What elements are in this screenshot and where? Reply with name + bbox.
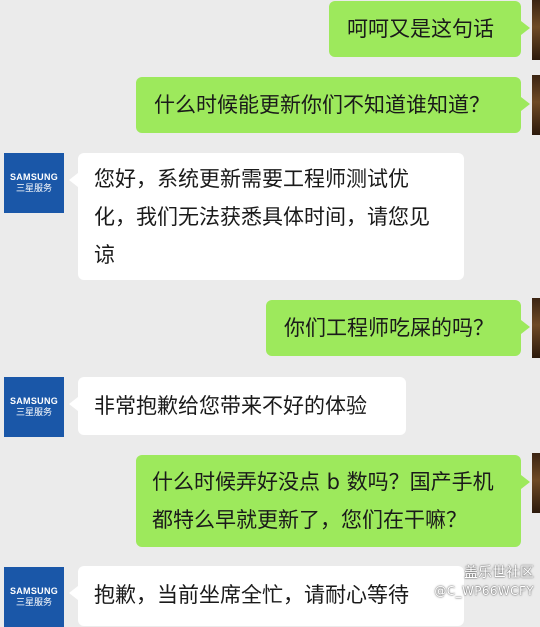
outgoing-message-bubble[interactable]: 什么时候弄好没点 b 数吗？国产手机 都特么早就更新了，您们在干嘛？ [136,455,530,547]
outgoing-message-bubble[interactable]: 呵呵又是这句话 [329,1,530,57]
avatar-subtitle-text: 三星服务 [15,597,52,608]
avatar-brand-text: SAMSUNG [9,585,59,596]
community-watermark: 盖乐世社区 [464,565,534,581]
avatar-subtitle-text: 三星服务 [15,407,52,418]
avatar-brand-text: SAMSUNG [9,171,59,182]
user-avatar[interactable] [532,75,540,135]
avatar-brand-text: SAMSUNG [9,395,59,406]
incoming-message-bubble[interactable]: 您好，系统更新需要工程师测试优 化，我们无法获悉具体时间，请您见 谅 [69,153,464,280]
incoming-message-bubble[interactable]: 抱歉，当前坐席全忙，请耐心等待 [69,566,464,626]
incoming-message-bubble[interactable]: 非常抱歉给您带来不好的体验 [69,377,406,435]
user-avatar[interactable] [532,298,540,358]
samsung-service-avatar[interactable]: SAMSUNG 三星服务 [4,377,64,437]
samsung-service-avatar[interactable]: SAMSUNG 三星服务 [4,153,64,213]
user-avatar[interactable] [532,0,540,60]
username-watermark: @C_WP66WCFY [434,584,534,598]
chat-thread: 呵呵又是这句话 什么时候能更新你们不知道谁知道？ SAMSUNG 三星服务 您好… [0,0,540,627]
avatar-subtitle-text: 三星服务 [15,183,52,194]
outgoing-message-bubble[interactable]: 你们工程师吃屎的吗？ [266,300,530,356]
user-avatar[interactable] [532,453,540,513]
outgoing-message-bubble[interactable]: 什么时候能更新你们不知道谁知道？ [136,77,530,133]
samsung-service-avatar[interactable]: SAMSUNG 三星服务 [4,567,64,627]
